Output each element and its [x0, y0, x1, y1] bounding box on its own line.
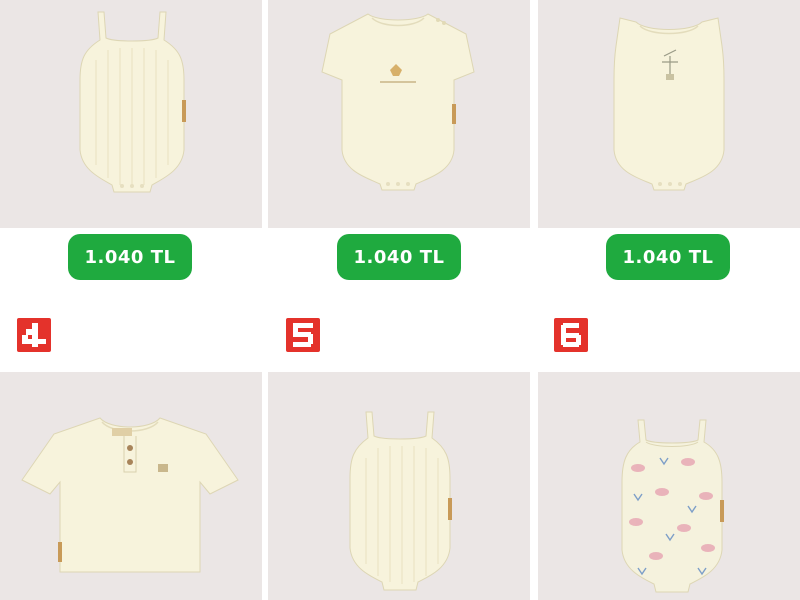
- sleeveless-bodysuit-icon: [613, 17, 725, 191]
- patterned-bodysuit-icon: [621, 419, 724, 593]
- digit-4-icon: [22, 323, 46, 347]
- item-number-badge-5: 5: [286, 318, 320, 352]
- product-image-4[interactable]: [0, 372, 262, 600]
- ribbed-sleeveless-bodysuit-icon: [79, 11, 186, 193]
- price-tag-1: 1.040 TL: [68, 234, 192, 280]
- short-sleeve-bodysuit-icon: [321, 13, 475, 191]
- product-image-5[interactable]: [268, 372, 530, 600]
- henley-tshirt-icon: [21, 417, 239, 573]
- digit-5-icon: [293, 323, 313, 347]
- item-number-badge-6: 6: [554, 318, 588, 352]
- price-tag-2: 1.040 TL: [337, 234, 461, 280]
- product-image-1[interactable]: [0, 0, 262, 228]
- item-number-badge-4: 4: [17, 318, 51, 352]
- product-image-6[interactable]: [538, 372, 800, 600]
- digit-6-icon: [561, 323, 581, 347]
- product-image-3[interactable]: [538, 0, 800, 228]
- product-image-2[interactable]: [268, 0, 530, 228]
- strap-bodysuit-icon: [349, 411, 452, 591]
- price-tag-3: 1.040 TL: [606, 234, 730, 280]
